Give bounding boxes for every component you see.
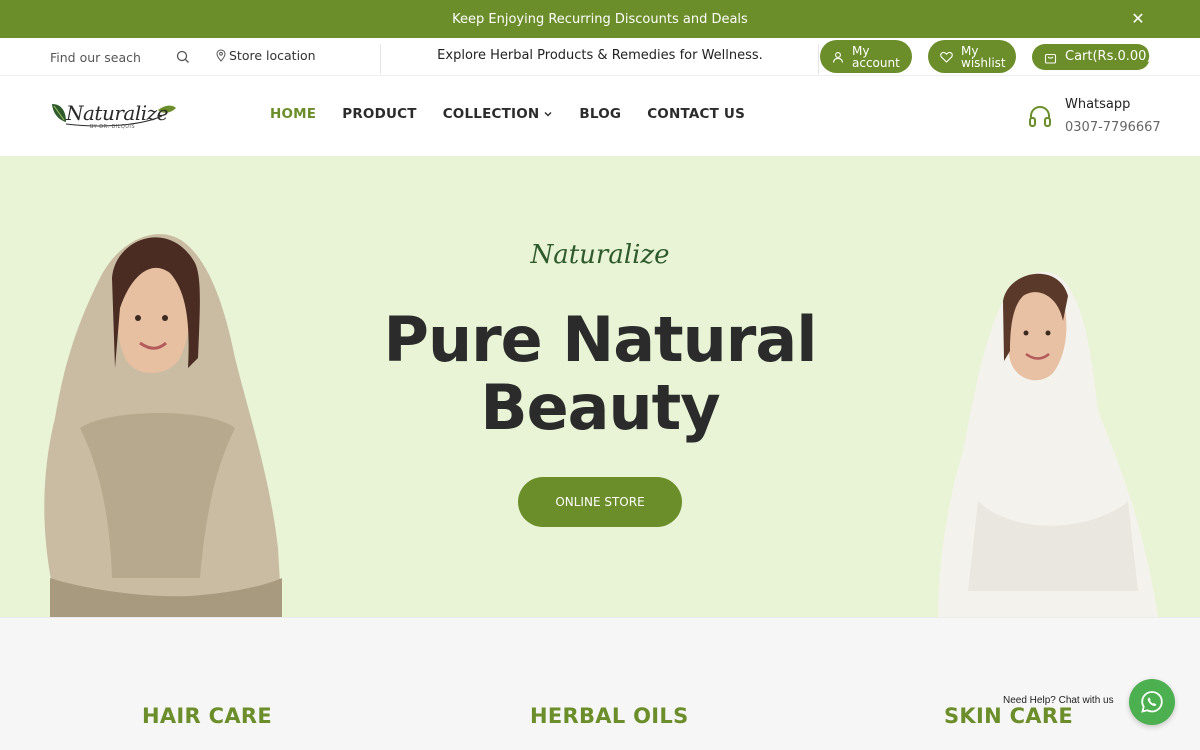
search-input[interactable]: [50, 49, 170, 65]
my-wishlist-button[interactable]: My wishlist: [928, 40, 1016, 73]
hero-model-left: [44, 234, 282, 617]
hero-banner: Naturalize Pure Natural Beauty ONLINE ST…: [0, 156, 1200, 617]
logo-byline: BY DR. BILQUIS: [90, 124, 136, 130]
logo[interactable]: Naturalize BY DR. BILQUIS: [50, 98, 180, 134]
hero-headline: Pure Natural Beauty: [300, 306, 900, 442]
search-icon[interactable]: [175, 49, 191, 65]
category-skin-care[interactable]: SKIN CARE: [944, 704, 1073, 728]
store-location-label: Store location: [229, 48, 316, 63]
nav-blog[interactable]: BLOG: [579, 106, 621, 122]
nav-contact[interactable]: CONTACT US: [647, 106, 745, 122]
hero-headline-line1: Pure Natural: [383, 303, 818, 376]
category-herbal-oils[interactable]: HERBAL OILS: [530, 704, 689, 728]
headset-icon: [1029, 105, 1051, 127]
contact-phone: 0307-7796667: [1065, 120, 1161, 135]
category-hair-care[interactable]: HAIR CARE: [142, 704, 272, 728]
divider: [818, 44, 819, 74]
logo-wordmark: Naturalize: [66, 101, 169, 125]
nav-collection[interactable]: COLLECTION: [443, 106, 554, 122]
contact-title: Whatsapp: [1065, 97, 1131, 112]
announcement-text: Keep Enjoying Recurring Discounts and De…: [452, 11, 748, 27]
announcement-bar: Keep Enjoying Recurring Discounts and De…: [0, 0, 1200, 38]
nav-collection-label: COLLECTION: [442, 106, 540, 122]
location-pin-icon: [216, 49, 226, 62]
hero-script-brand: Naturalize: [530, 240, 670, 270]
tagline: Explore Herbal Products & Remedies for W…: [437, 48, 763, 63]
category-section: HAIR CARE HERBAL OILS SKIN CARE: [0, 617, 1200, 750]
nav-home[interactable]: HOME: [270, 106, 316, 122]
cart-button[interactable]: Cart(Rs.0.00): [1032, 44, 1152, 70]
whatsapp-help-text: Need Help? Chat with us: [1003, 695, 1114, 706]
divider: [380, 44, 381, 74]
main-nav: HOME PRODUCT COLLECTION BLOG CONTACT US: [270, 106, 745, 122]
chevron-down-icon: [544, 112, 552, 117]
heart-icon: [940, 51, 953, 63]
utility-bar: Store location Explore Herbal Products &…: [0, 38, 1200, 76]
nav-product[interactable]: PRODUCT: [342, 106, 416, 122]
whatsapp-icon: [1141, 691, 1163, 713]
shopping-bag-icon: [1044, 53, 1057, 64]
online-store-button[interactable]: ONLINE STORE: [518, 477, 682, 527]
my-account-label: My account: [852, 43, 900, 70]
site-header: Naturalize BY DR. BILQUIS HOME PRODUCT C…: [0, 76, 1200, 156]
whatsapp-chat-button[interactable]: [1129, 679, 1175, 725]
store-location-link[interactable]: Store location: [216, 48, 316, 63]
user-icon: [832, 51, 844, 63]
search-box: [50, 46, 195, 68]
my-account-button[interactable]: My account: [820, 40, 912, 73]
my-wishlist-label: My wishlist: [961, 43, 1006, 70]
close-icon[interactable]: ✕: [1128, 9, 1148, 29]
hero-model-right: [938, 271, 1158, 617]
cart-label: Cart(Rs.0.00): [1065, 49, 1152, 64]
hero-headline-line2: Beauty: [480, 371, 720, 444]
